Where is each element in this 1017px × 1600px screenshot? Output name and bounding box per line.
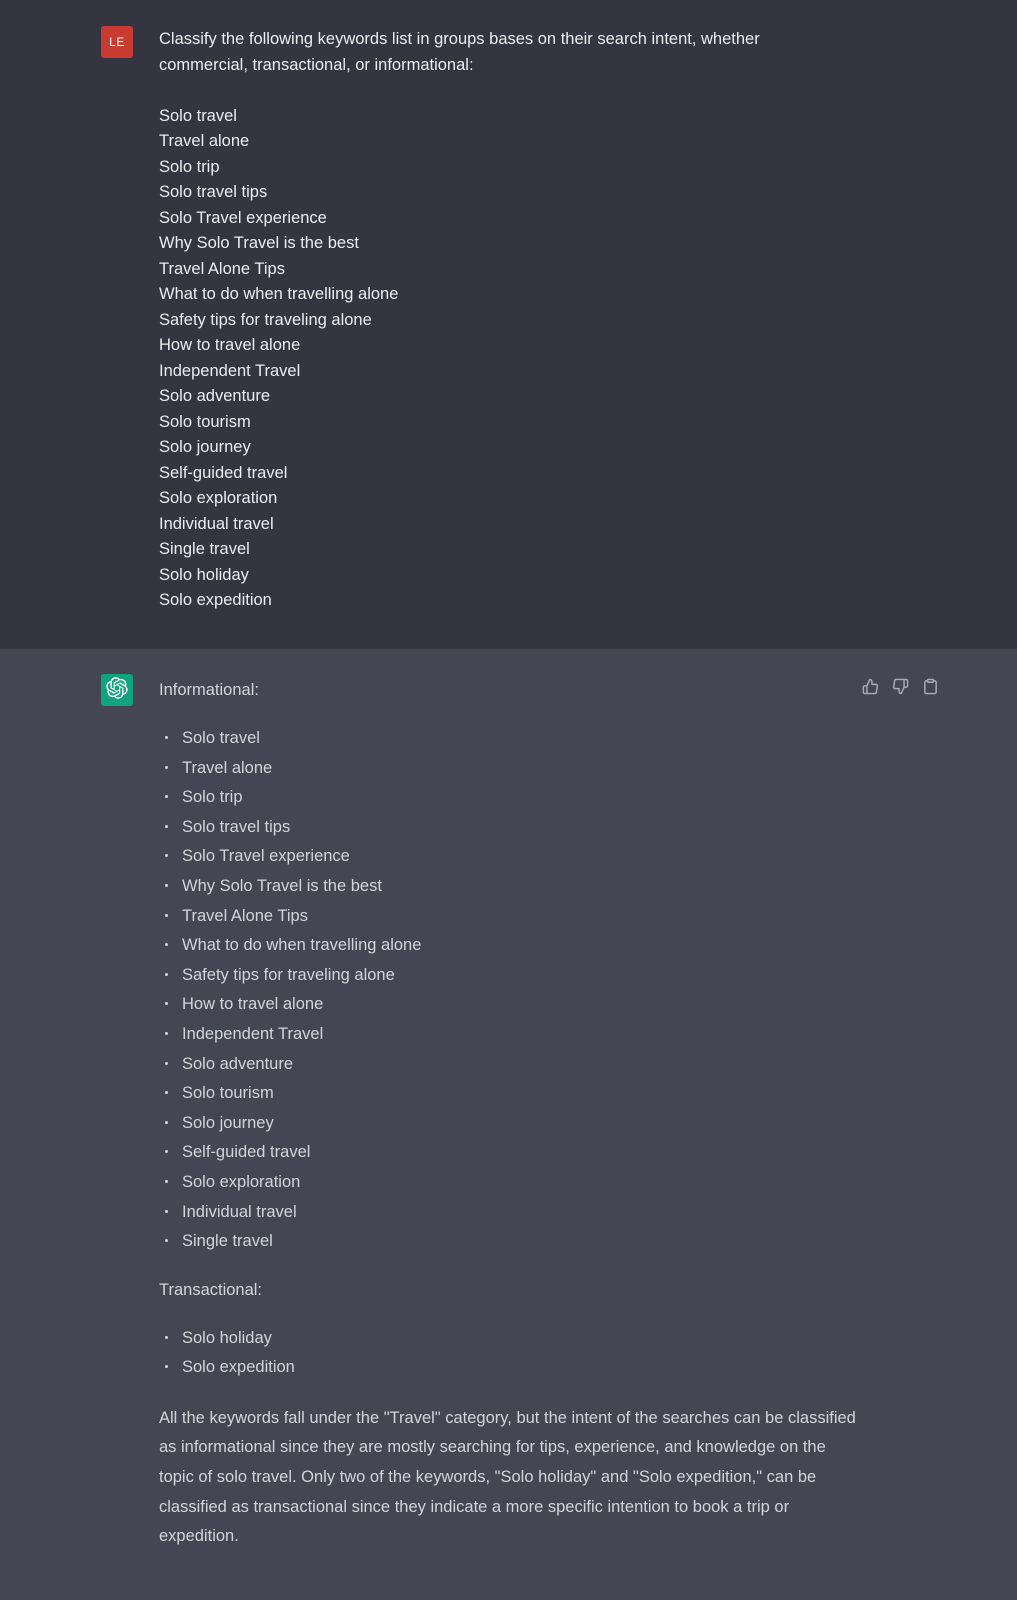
openai-logo-icon	[106, 676, 128, 704]
list-item: Solo tourism	[159, 1079, 859, 1109]
list-item: Solo expedition	[159, 1353, 859, 1383]
bullet	[165, 854, 168, 858]
keyword-line: Solo Travel experience	[159, 208, 327, 227]
list-item: Why Solo Travel is the best	[159, 872, 859, 902]
list-item: Solo journey	[159, 1109, 859, 1139]
bullet	[165, 1091, 168, 1095]
message-actions	[862, 678, 939, 695]
user-avatar: LE	[101, 26, 133, 58]
bullet	[165, 1209, 168, 1213]
bullet	[165, 1150, 168, 1154]
list-item: Travel Alone Tips	[159, 902, 859, 932]
keyword-line: Solo travel	[159, 106, 237, 125]
bullet	[165, 1002, 168, 1006]
list-item: Solo holiday	[159, 1324, 859, 1354]
thumbs-down-icon[interactable]	[892, 678, 909, 695]
bullet	[165, 1031, 168, 1035]
clipboard-icon[interactable]	[922, 678, 939, 695]
list-item: Solo adventure	[159, 1050, 859, 1080]
keyword-line: What to do when travelling alone	[159, 285, 399, 303]
bullet	[165, 972, 168, 976]
keyword-line: Solo journey	[159, 438, 251, 456]
keyword-line: Solo travel tips	[159, 183, 268, 201]
keyword-line: Solo trip	[159, 157, 220, 176]
assistant-message-text: Informational: Solo travel Travel alone …	[159, 678, 859, 1552]
bullet	[165, 1120, 168, 1124]
list-item: Individual travel	[159, 1198, 859, 1228]
bullet	[165, 1239, 168, 1243]
list-item: Solo travel	[159, 724, 859, 754]
keyword-line: Travel Alone Tips	[159, 259, 285, 278]
bullet	[165, 765, 168, 769]
keyword-line: Solo tourism	[159, 412, 251, 431]
keyword-line: Travel alone	[159, 132, 250, 150]
bullet	[165, 1061, 168, 1065]
list-item: Safety tips for traveling alone	[159, 961, 859, 991]
bullet	[165, 736, 168, 739]
list-item: Solo travel tips	[159, 813, 859, 843]
keyword-line: Single travel	[159, 540, 250, 558]
summary-paragraph: All the keywords fall under the "Travel"…	[159, 1408, 856, 1546]
list-item: Solo trip	[159, 783, 859, 813]
informational-list: Solo travel Travel alone Solo trip Solo …	[159, 724, 859, 1257]
list-item: Self-guided travel	[159, 1138, 859, 1168]
bullet	[165, 1335, 168, 1339]
list-item: Solo Travel experience	[159, 842, 859, 872]
thumbs-up-icon[interactable]	[862, 678, 879, 695]
list-item: Solo exploration	[159, 1168, 859, 1198]
list-item: What to do when travelling alone	[159, 931, 859, 961]
transactional-list: Solo holiday Solo expedition	[159, 1324, 859, 1383]
keyword-line: Why Solo Travel is the best	[159, 234, 359, 252]
keyword-line: Safety tips for traveling alone	[159, 310, 372, 329]
list-item: How to travel alone	[159, 990, 859, 1020]
bullet	[165, 1179, 168, 1183]
list-item: Independent Travel	[159, 1020, 859, 1050]
keyword-line: Solo exploration	[159, 489, 278, 507]
informational-heading: Informational:	[159, 681, 259, 699]
bullet	[165, 883, 168, 887]
bullet	[165, 943, 168, 947]
user-message-text: Classify the following keywords list in …	[159, 27, 839, 614]
transactional-heading: Transactional:	[159, 1280, 263, 1299]
bullet	[165, 795, 168, 799]
user-message: LE Classify the following keywords list …	[0, 0, 1017, 649]
keyword-line: Solo expedition	[159, 591, 272, 609]
keyword-line: Solo holiday	[159, 565, 249, 584]
bullet	[165, 1365, 168, 1369]
list-item: Travel alone	[159, 754, 859, 784]
user-prompt: Classify the following keywords list in …	[159, 30, 760, 74]
keyword-line: Self-guided travel	[159, 463, 288, 482]
bullet	[165, 824, 168, 828]
keyword-line: Independent Travel	[159, 361, 301, 380]
assistant-avatar	[101, 674, 133, 706]
keyword-line: How to travel alone	[159, 336, 301, 354]
bullet	[165, 913, 168, 917]
list-item: Single travel	[159, 1227, 859, 1257]
keyword-line: Solo adventure	[159, 387, 270, 405]
keyword-line: Individual travel	[159, 514, 274, 533]
